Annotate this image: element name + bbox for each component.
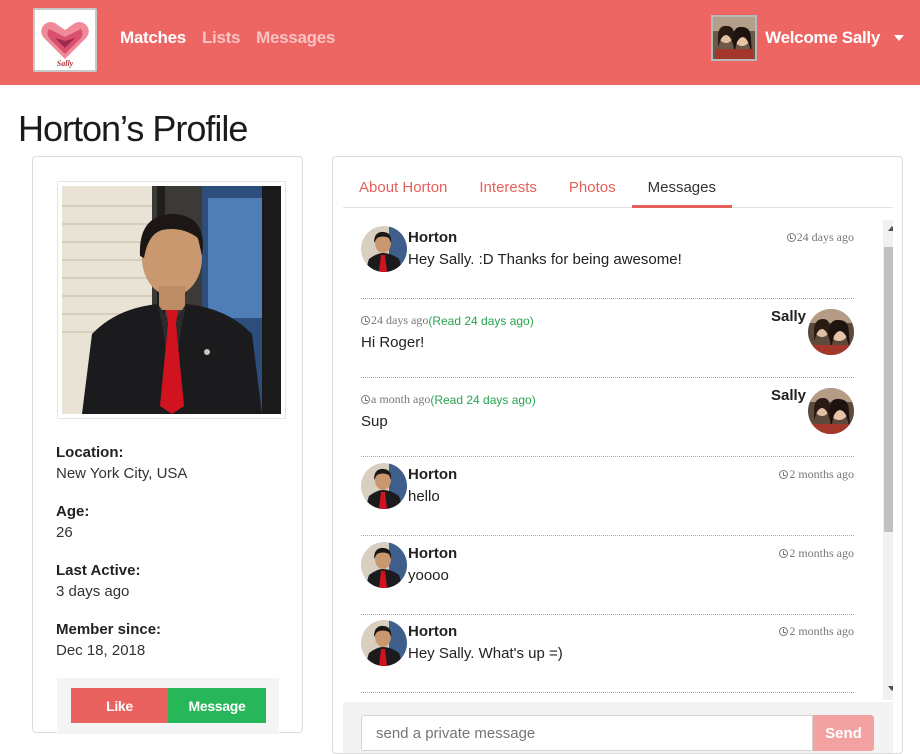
tab-interests[interactable]: Interests [463, 172, 553, 208]
profile-tabs: About Horton Interests Photos Messages [343, 172, 893, 208]
heart-logo-icon: Sally [41, 22, 89, 68]
message-text: Hey Sally. :D Thanks for being awesome! [408, 251, 682, 268]
message-sender: Sally [770, 387, 806, 404]
clock-icon [786, 233, 796, 242]
tab-messages[interactable]: Messages [631, 172, 732, 208]
member-since-label: Member since: [56, 621, 162, 638]
message-time: 2 months ago [779, 467, 854, 482]
profile-image [62, 186, 281, 414]
read-receipt: (Read 24 days ago) [430, 392, 536, 407]
message-text: Hi Roger! [361, 334, 425, 351]
message-time: 24 days ago (Read 24 days ago) [361, 313, 534, 328]
message-sender: Horton [408, 229, 458, 246]
last-active-value: 3 days ago [56, 583, 130, 600]
age-block: Age: 26 [56, 503, 89, 541]
nav-matches[interactable]: Matches [120, 28, 186, 48]
chevron-down-icon[interactable] [894, 35, 904, 41]
horton-avatar [361, 226, 407, 272]
scroll-down-arrow-icon[interactable] [883, 686, 893, 698]
nav-lists[interactable]: Lists [202, 28, 240, 48]
user-menu[interactable]: Welcome Sally [711, 15, 904, 61]
last-active-label: Last Active: [56, 562, 141, 579]
message-sender: Horton [408, 466, 458, 483]
profile-photo[interactable] [57, 181, 286, 419]
message-item: Horton Hey Sally. What's up =) 2 months … [361, 614, 854, 693]
age-value: 26 [56, 524, 73, 541]
main-nav: Matches Lists Messages [120, 28, 335, 48]
message-list[interactable]: Horton Hey Sally. :D Thanks for being aw… [343, 220, 893, 700]
clock-icon [361, 316, 370, 325]
profile-card: Location: New York City, USA Age: 26 Las… [32, 156, 303, 734]
site-logo[interactable]: Sally [33, 8, 97, 72]
tab-photos[interactable]: Photos [553, 172, 632, 208]
sally-avatar [808, 388, 854, 434]
message-sender: Sally [770, 308, 806, 325]
send-button[interactable]: Send [813, 715, 874, 751]
location-value: New York City, USA [56, 465, 188, 482]
profile-actions: Like Message [57, 678, 279, 734]
horton-avatar [361, 463, 407, 509]
tab-about[interactable]: About Horton [343, 172, 463, 208]
last-active-block: Last Active: 3 days ago [56, 562, 140, 600]
location-block: Location: New York City, USA [56, 444, 187, 482]
message-time: 2 months ago [779, 546, 854, 561]
user-avatar[interactable] [711, 15, 758, 61]
message-sender: Horton [408, 545, 458, 562]
message-text: Hey Sally. What's up =) [408, 645, 563, 662]
message-time: 24 days ago [786, 230, 854, 245]
message-scrollbar[interactable] [883, 220, 893, 700]
message-item: Horton yoooo 2 months ago [361, 536, 854, 615]
clock-icon [361, 395, 370, 404]
scrollbar-thumb[interactable] [884, 247, 893, 532]
svg-text:Sally: Sally [57, 59, 74, 68]
message-button[interactable]: Message [168, 688, 266, 723]
message-text: hello [408, 488, 440, 505]
top-navbar: Sally Matches Lists Messages Welcome Sal… [0, 0, 920, 85]
message-sender: Horton [408, 623, 458, 640]
messages-card: About Horton Interests Photos Messages H… [332, 156, 903, 754]
welcome-label[interactable]: Welcome Sally [765, 28, 880, 48]
member-since-block: Member since: Dec 18, 2018 [56, 621, 161, 659]
horton-avatar [361, 620, 407, 666]
message-item: Horton Hey Sally. :D Thanks for being aw… [361, 220, 854, 299]
scroll-up-arrow-icon[interactable] [883, 226, 893, 238]
message-item: Sally a month ago (Read 24 days ago) Sup [361, 378, 854, 457]
page-title: Horton’s Profile [18, 108, 248, 149]
age-label: Age: [56, 503, 90, 520]
read-receipt: (Read 24 days ago) [428, 313, 534, 328]
message-item: Horton hello 2 months ago [361, 457, 854, 536]
message-input[interactable] [361, 715, 813, 751]
member-since-value: Dec 18, 2018 [56, 642, 146, 659]
clock-icon [779, 470, 789, 479]
message-time: a month ago (Read 24 days ago) [361, 392, 536, 407]
message-text: yoooo [408, 567, 449, 584]
clock-icon [779, 627, 789, 636]
location-label: Location: [56, 444, 124, 461]
nav-messages[interactable]: Messages [256, 28, 335, 48]
like-button[interactable]: Like [71, 688, 168, 723]
clock-icon [779, 549, 789, 558]
sally-avatar [808, 309, 854, 355]
message-composer: Send [343, 702, 893, 753]
message-time: 2 months ago [779, 624, 854, 639]
horton-avatar [361, 542, 407, 588]
message-item: Sally 24 days ago (Read 24 days ago) Hi R… [361, 299, 854, 378]
message-text: Sup [361, 413, 388, 430]
